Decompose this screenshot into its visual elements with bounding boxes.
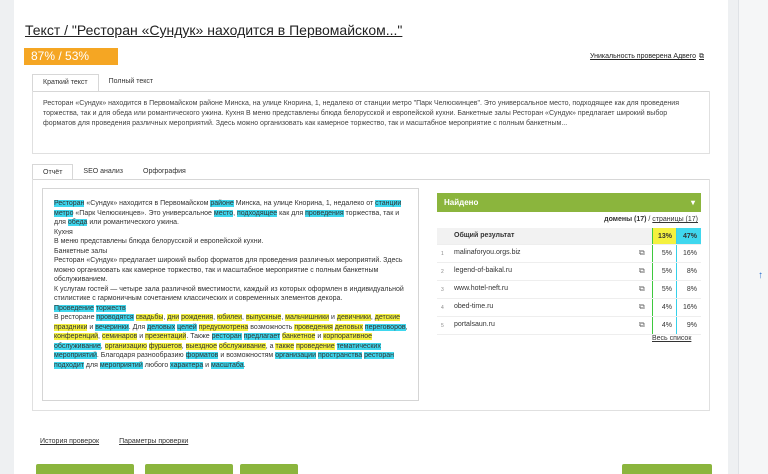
- row-p2: 8%: [676, 263, 701, 280]
- row-p2: 8%: [676, 281, 701, 298]
- scroll-up-arrow-icon[interactable]: ↑: [758, 270, 763, 281]
- all-list-link[interactable]: Весь список: [652, 335, 691, 342]
- row-p2: 16%: [676, 299, 701, 316]
- tab-spelling[interactable]: Орфография: [133, 164, 196, 180]
- tab-short-text[interactable]: Краткий текст: [32, 74, 99, 92]
- params-link[interactable]: Параметры проверки: [119, 438, 188, 445]
- row-num: 2: [441, 269, 444, 275]
- found-header[interactable]: Найдено ▾: [437, 193, 701, 212]
- score-badge: 87% / 53%: [24, 48, 118, 65]
- page-title: Текст / "Ресторан «Сундук» находится в П…: [25, 22, 403, 38]
- row-p1: 5%: [652, 281, 676, 298]
- pages-filter[interactable]: страницы (17): [652, 216, 698, 223]
- table-row[interactable]: 4 obed-time.ru ⧉ 4% 16%: [437, 299, 701, 317]
- action-button-3[interactable]: [240, 464, 298, 474]
- highlighted-text-box: Ресторан «Сундук» находится в Первомайск…: [42, 188, 419, 401]
- table-row[interactable]: 1 malinaforyou.orgs.biz ⧉ 5% 16%: [437, 245, 701, 263]
- external-link-icon[interactable]: ⧉: [639, 266, 645, 276]
- tab-full-text[interactable]: Полный текст: [99, 74, 163, 92]
- external-link-icon[interactable]: ⧉: [639, 320, 645, 330]
- table-row-total: Общий результат 13% 47%: [437, 228, 701, 245]
- row-p1: 5%: [652, 263, 676, 280]
- total-p2: 47%: [676, 228, 701, 244]
- found-filter: домены (17) / страницы (17): [604, 216, 698, 223]
- row-p1: 4%: [652, 299, 676, 316]
- table-row[interactable]: 5 portalsaun.ru ⧉ 4% 9%: [437, 317, 701, 335]
- external-link-icon[interactable]: ⧉: [639, 302, 645, 312]
- action-button-1[interactable]: [36, 464, 134, 474]
- row-p2: 9%: [676, 317, 701, 334]
- text-tabs: Краткий текст Полный текст: [32, 74, 163, 92]
- row-num: 4: [441, 305, 444, 311]
- row-domain[interactable]: malinaforyou.orgs.biz: [454, 249, 521, 256]
- chevron-down-icon[interactable]: ▾: [691, 193, 695, 212]
- uniqueness-link-label[interactable]: Уникальность проверена Адвего: [590, 53, 696, 60]
- summary-panel: Ресторан «Сундук» находится в Первомайск…: [32, 91, 710, 154]
- row-domain[interactable]: obed-time.ru: [454, 303, 493, 310]
- table-row[interactable]: 2 legend-of-baikal.ru ⧉ 5% 8%: [437, 263, 701, 281]
- row-num: 3: [441, 287, 444, 293]
- tab-report[interactable]: Отчёт: [32, 164, 74, 180]
- results-table: Общий результат 13% 47% 1 malinaforyou.o…: [437, 228, 701, 335]
- action-button-4[interactable]: [622, 464, 712, 474]
- external-link-icon[interactable]: ⧉: [639, 284, 645, 294]
- row-p1: 5%: [652, 245, 676, 262]
- row-domain[interactable]: www.hotel-neft.ru: [454, 285, 508, 292]
- right-scroll-gutter: [738, 0, 768, 474]
- summary-text: Ресторан «Сундук» находится в Первомайск…: [43, 100, 679, 127]
- report-tabs: Отчёт SEO анализ Орфография: [32, 164, 196, 180]
- total-p1: 13%: [652, 228, 676, 244]
- total-label: Общий результат: [454, 232, 515, 239]
- external-link-icon[interactable]: ⧉: [639, 248, 645, 258]
- row-domain[interactable]: portalsaun.ru: [454, 321, 495, 328]
- tab-seo[interactable]: SEO анализ: [73, 164, 133, 180]
- row-p2: 16%: [676, 245, 701, 262]
- highlighted-text: Ресторан «Сундук» находится в Первомайск…: [54, 200, 408, 369]
- history-link[interactable]: История проверок: [40, 438, 99, 445]
- row-domain[interactable]: legend-of-baikal.ru: [454, 267, 512, 274]
- row-num: 5: [441, 323, 444, 329]
- domains-filter[interactable]: домены (17): [604, 216, 646, 223]
- row-p1: 4%: [652, 317, 676, 334]
- bottom-links: История проверок Параметры проверки: [40, 438, 188, 445]
- row-num: 1: [441, 251, 444, 257]
- action-button-2[interactable]: [145, 464, 233, 474]
- external-link-icon[interactable]: ⧉: [699, 53, 704, 60]
- table-row[interactable]: 3 www.hotel-neft.ru ⧉ 5% 8%: [437, 281, 701, 299]
- uniqueness-link[interactable]: Уникальность проверена Адвего ⧉: [590, 53, 704, 61]
- found-header-label: Найдено: [444, 198, 479, 207]
